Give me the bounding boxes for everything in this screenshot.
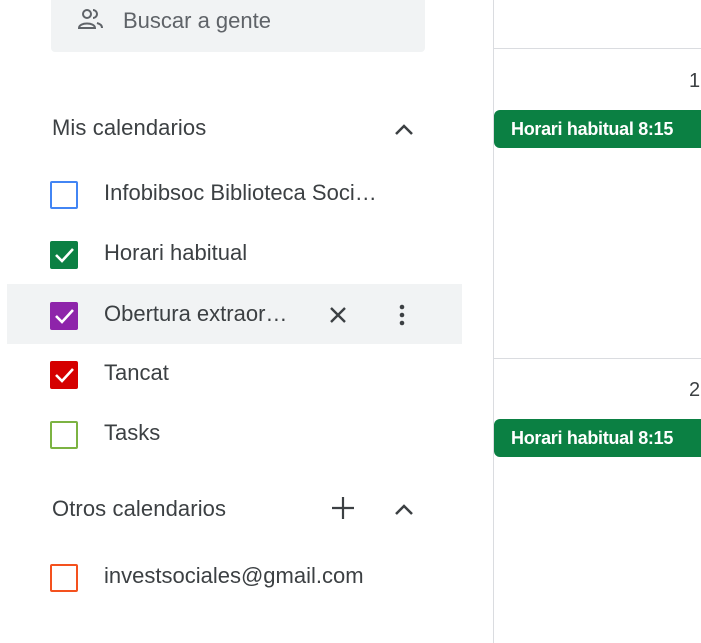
calendar-checkbox[interactable] <box>50 181 78 209</box>
grid-divider <box>494 48 701 49</box>
chevron-up-icon[interactable] <box>390 496 418 524</box>
calendar-item-investsociales[interactable]: investsociales@gmail.com <box>0 546 462 606</box>
calendar-grid: 1 Horari habitual 8:15 2 Horari habitual… <box>494 0 701 643</box>
calendar-checkbox[interactable] <box>50 302 78 330</box>
check-icon <box>55 368 74 383</box>
calendar-label: Tasks <box>104 420 161 445</box>
day-number[interactable]: 1 <box>689 70 700 93</box>
event-chip[interactable]: Horari habitual 8:15 <box>494 419 701 457</box>
day-number[interactable]: 2 <box>689 379 700 402</box>
check-icon <box>55 248 74 263</box>
calendar-checkbox[interactable] <box>50 241 78 269</box>
grid-divider <box>494 358 701 359</box>
calendar-item-tasks[interactable]: Tasks <box>0 403 462 463</box>
check-icon <box>55 309 74 324</box>
add-icon[interactable] <box>329 494 357 522</box>
calendar-item-infobibsoc[interactable]: Infobibsoc Biblioteca Soci… <box>0 163 462 223</box>
calendar-checkbox[interactable] <box>50 361 78 389</box>
calendar-label: investsociales@gmail.com <box>104 563 364 588</box>
sidebar: Buscar a gente Mis calendarios Infobibso… <box>0 0 494 643</box>
my-calendars-title[interactable]: Mis calendarios <box>52 115 206 141</box>
people-icon <box>77 9 103 29</box>
calendar-label: Infobibsoc Biblioteca Soci… <box>104 180 377 205</box>
calendar-item-obertura-extraordinaria[interactable]: Obertura extraor… <box>7 284 462 344</box>
calendar-label: Horari habitual <box>104 240 248 265</box>
other-calendars-title[interactable]: Otros calendarios <box>52 496 226 522</box>
event-chip[interactable]: Horari habitual 8:15 <box>494 110 701 148</box>
search-placeholder: Buscar a gente <box>123 8 271 33</box>
calendar-item-tancat[interactable]: Tancat <box>0 343 462 403</box>
calendar-label: Obertura extraor… <box>104 301 288 326</box>
close-icon[interactable] <box>323 300 353 330</box>
calendar-item-horari-habitual[interactable]: Horari habitual <box>0 223 462 283</box>
calendar-label: Tancat <box>104 360 169 385</box>
chevron-up-icon[interactable] <box>390 116 418 144</box>
search-people-input[interactable]: Buscar a gente <box>51 0 425 52</box>
calendar-checkbox[interactable] <box>50 564 78 592</box>
calendar-checkbox[interactable] <box>50 421 78 449</box>
more-vert-icon[interactable] <box>387 300 417 330</box>
